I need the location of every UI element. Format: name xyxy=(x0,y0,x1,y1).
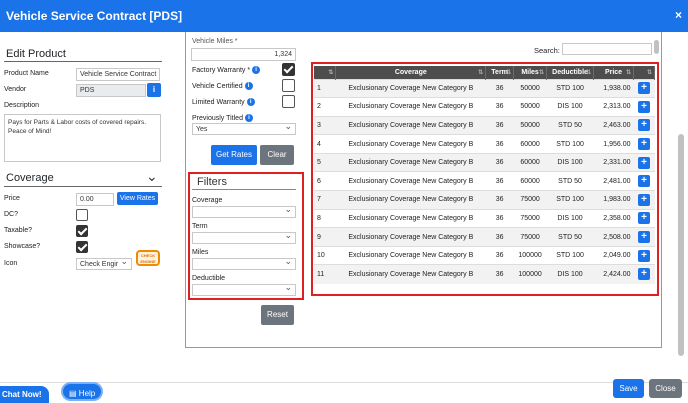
description-textarea[interactable]: Pays for Parts & Labor costs of covered … xyxy=(4,114,161,162)
description-label: Description xyxy=(4,102,40,109)
info-icon: i xyxy=(244,82,253,90)
help-button[interactable]: ▤ Help xyxy=(61,382,103,401)
save-button[interactable]: Save xyxy=(613,379,644,398)
icon-label: Icon xyxy=(4,260,18,267)
close-icon[interactable]: × xyxy=(675,8,682,22)
edit-product-header: Edit Product xyxy=(6,48,66,60)
reset-button[interactable]: Reset xyxy=(261,305,294,325)
divider xyxy=(4,186,162,187)
taxable-label: Taxable? xyxy=(4,227,33,234)
product-name-label: Product Name xyxy=(4,70,49,77)
get-rates-button[interactable]: Get Rates xyxy=(211,145,257,165)
limited-warranty-checkbox[interactable] xyxy=(282,95,295,108)
previously-titled-select[interactable]: Yes xyxy=(192,121,296,135)
coverage-header: Coverage xyxy=(6,172,54,184)
price-label: Price xyxy=(4,195,20,202)
vendor-info-button[interactable]: i xyxy=(147,83,161,97)
search-label: Search: xyxy=(534,46,560,55)
factory-warranty-label: Factory Warranty * i xyxy=(192,66,261,74)
table-scrollbar[interactable] xyxy=(654,40,659,54)
vendor-input: PDS xyxy=(76,84,146,97)
vehicle-miles-input[interactable]: 1,324 xyxy=(191,48,296,61)
info-icon: i xyxy=(246,98,255,106)
vehicle-miles-label: Vehicle Miles * xyxy=(192,38,238,45)
divider xyxy=(4,61,162,62)
showcase-label: Showcase? xyxy=(4,243,41,250)
info-icon: i xyxy=(252,66,261,74)
filters-highlight xyxy=(188,172,304,300)
product-name-input[interactable]: Vehicle Service Contract xyxy=(76,68,160,81)
price-input[interactable]: 0.00 xyxy=(76,193,114,206)
showcase-checkbox[interactable] xyxy=(76,241,88,253)
vehicle-certified-label: Vehicle Certified i xyxy=(192,82,253,90)
view-rates-button[interactable]: View Rates xyxy=(117,192,158,205)
vehicle-certified-checkbox[interactable] xyxy=(282,79,295,92)
chevron-down-icon[interactable]: ⌄ xyxy=(146,168,158,185)
taxable-checkbox[interactable] xyxy=(76,225,88,237)
clear-button[interactable]: Clear xyxy=(260,145,294,165)
modal-title: Vehicle Service Contract [PDS] xyxy=(6,9,183,23)
footer-divider xyxy=(0,382,688,383)
dc-label: DC? xyxy=(4,211,19,218)
modal-scrollbar[interactable] xyxy=(678,134,684,356)
close-button[interactable]: Close xyxy=(649,379,682,398)
vendor-label: Vendor xyxy=(4,86,27,93)
limited-warranty-label: Limited Warranty i xyxy=(192,98,255,106)
factory-warranty-checkbox[interactable] xyxy=(282,63,295,76)
modal-titlebar: Vehicle Service Contract [PDS] × xyxy=(0,0,688,32)
search-input[interactable] xyxy=(562,43,652,55)
chat-now-button[interactable]: Chat Now! xyxy=(0,386,49,403)
icon-select[interactable]: Check Engir xyxy=(76,256,132,270)
previously-titled-label: Previously Titled i xyxy=(192,114,253,122)
edit-product-panel: Edit Product Product Name Vehicle Servic… xyxy=(0,32,186,382)
table-highlight xyxy=(311,62,659,296)
info-icon: i xyxy=(152,85,156,94)
info-icon: i xyxy=(244,114,253,122)
help-book-icon: ▤ xyxy=(69,389,77,398)
dc-checkbox[interactable] xyxy=(76,209,88,221)
check-engine-icon: CHECK ENGINE xyxy=(136,250,160,266)
